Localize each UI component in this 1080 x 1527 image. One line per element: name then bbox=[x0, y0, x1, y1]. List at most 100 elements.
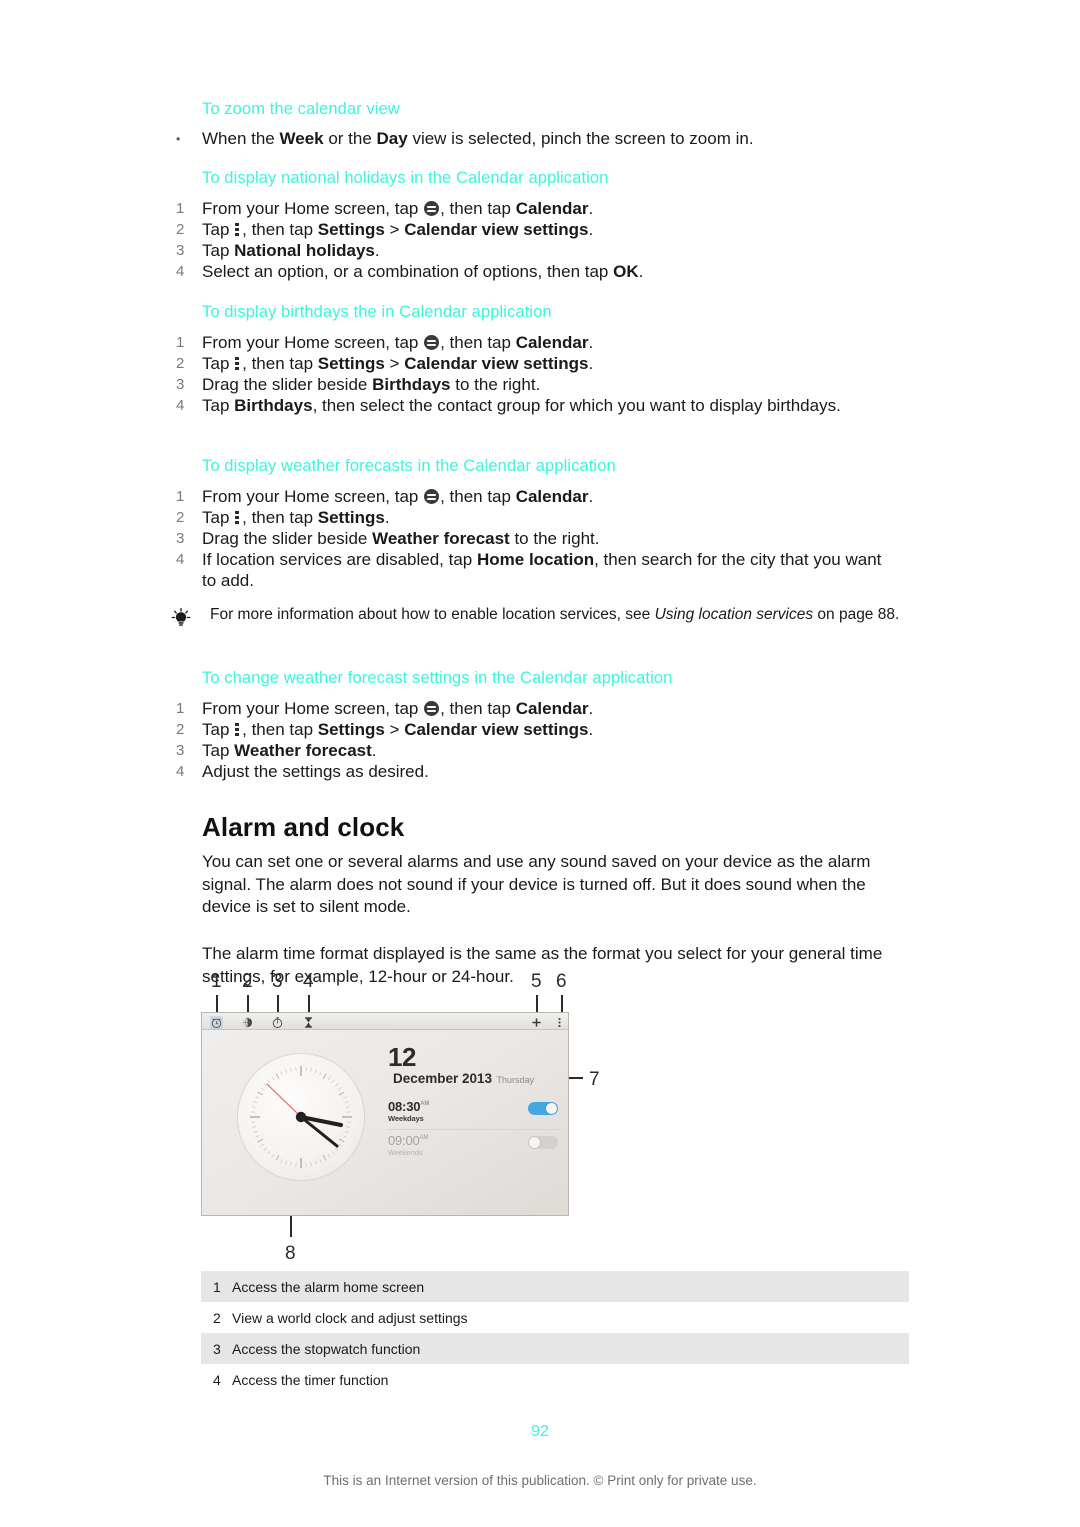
callout-5: 5 bbox=[531, 971, 542, 992]
step-text: Tap , then tap Settings. bbox=[202, 508, 390, 527]
legend-description: Access the timer function bbox=[232, 1371, 389, 1388]
overflow-menu-icon bbox=[235, 223, 240, 237]
alarm-toggle-off[interactable] bbox=[528, 1136, 558, 1149]
step-item: 1 From your Home screen, tap , then tap … bbox=[176, 486, 892, 507]
alarm-repeat: Weekdays bbox=[388, 1114, 424, 1123]
step-number: 2 bbox=[176, 509, 185, 526]
alarm-screen-figure: 1 2 3 4 5 6 7 8 12 December 2013 Thursda… bbox=[201, 971, 841, 1271]
step-text: When the Week or the Day view is selecte… bbox=[202, 129, 754, 148]
step-item: 4 Select an option, or a combination of … bbox=[176, 261, 892, 282]
legend-description: Access the stopwatch function bbox=[232, 1340, 421, 1357]
step-text: From your Home screen, tap , then tap Ca… bbox=[202, 199, 594, 218]
step-number: 1 bbox=[176, 700, 185, 717]
step-item: 2 Tap , then tap Settings. bbox=[176, 507, 892, 528]
step-number: 4 bbox=[176, 763, 185, 780]
alarm-time-suffix: AM bbox=[419, 1135, 429, 1141]
callout-3: 3 bbox=[272, 971, 283, 992]
step-item: 1 From your Home screen, tap , then tap … bbox=[176, 198, 892, 219]
step-item: 4 If location services are disabled, tap… bbox=[176, 549, 892, 591]
step-number: 1 bbox=[176, 334, 185, 351]
step-item: 4 Adjust the settings as desired. bbox=[176, 761, 892, 782]
table-row: 4 Access the timer function bbox=[201, 1364, 909, 1395]
date-day: 12 bbox=[388, 1042, 416, 1072]
step-item: 2 Tap , then tap Settings > Calendar vie… bbox=[176, 219, 892, 240]
step-item: • When the Week or the Day view is selec… bbox=[176, 128, 892, 149]
page-number: 92 bbox=[531, 1423, 549, 1440]
table-row: 3 Access the stopwatch function bbox=[201, 1333, 909, 1364]
alarm-row[interactable]: 08:30AM Weekdays bbox=[388, 1096, 560, 1129]
callout-2: 2 bbox=[242, 971, 253, 992]
step-number: 2 bbox=[176, 721, 185, 738]
step-number: 1 bbox=[176, 488, 185, 505]
app-drawer-icon bbox=[424, 489, 440, 504]
bullet-marker: • bbox=[176, 132, 181, 146]
legend-number: 4 bbox=[213, 1371, 221, 1388]
app-drawer-icon bbox=[424, 335, 440, 350]
timer-hourglass-icon[interactable] bbox=[302, 1016, 315, 1029]
callout-6: 6 bbox=[556, 971, 567, 992]
step-text: Tap Birthdays, then select the contact g… bbox=[202, 396, 841, 415]
section-heading-zoom-calendar: To zoom the calendar view bbox=[202, 100, 400, 118]
date-header: 12 December 2013 Thursday bbox=[388, 1044, 560, 1088]
alarm-clock-icon[interactable] bbox=[210, 1015, 223, 1029]
date-month-year: December 2013 bbox=[393, 1071, 493, 1086]
step-number: 3 bbox=[176, 376, 185, 393]
step-number: 1 bbox=[176, 200, 185, 217]
step-item: 4 Tap Birthdays, then select the contact… bbox=[176, 395, 892, 416]
step-text: Tap Weather forecast. bbox=[202, 741, 377, 760]
section-heading-weather-forecasts: To display weather forecasts in the Cale… bbox=[202, 457, 616, 475]
step-number: 4 bbox=[176, 397, 185, 414]
table-row: 1 Access the alarm home screen bbox=[201, 1271, 909, 1302]
alarm-toggle-on[interactable] bbox=[528, 1102, 558, 1115]
step-text: From your Home screen, tap , then tap Ca… bbox=[202, 333, 594, 352]
step-text: From your Home screen, tap , then tap Ca… bbox=[202, 699, 594, 718]
step-text: Drag the slider beside Birthdays to the … bbox=[202, 375, 541, 394]
app-drawer-icon bbox=[424, 201, 440, 216]
step-item: 2 Tap , then tap Settings > Calendar vie… bbox=[176, 719, 892, 740]
figure-legend-table: 1 Access the alarm home screen 2 View a … bbox=[201, 1271, 909, 1395]
step-item: 2 Tap , then tap Settings > Calendar vie… bbox=[176, 353, 892, 374]
step-number: 4 bbox=[176, 551, 185, 568]
alarm-repeat: Weekends bbox=[388, 1148, 423, 1157]
step-text: Tap , then tap Settings > Calendar view … bbox=[202, 220, 594, 239]
step-text: Tap National holidays. bbox=[202, 241, 380, 260]
analog-clock-icon bbox=[238, 1054, 364, 1180]
tip-note: For more information about how to enable… bbox=[170, 605, 910, 626]
step-text: Tap , then tap Settings > Calendar view … bbox=[202, 720, 594, 739]
stopwatch-icon[interactable] bbox=[271, 1016, 284, 1029]
overflow-menu-icon[interactable] bbox=[553, 1016, 566, 1029]
alarm-paragraph-1: You can set one or several alarms and us… bbox=[202, 852, 871, 916]
step-number: 3 bbox=[176, 530, 185, 547]
app-toolbar bbox=[202, 1013, 568, 1030]
world-clock-globe-icon[interactable] bbox=[241, 1016, 254, 1029]
add-plus-icon[interactable] bbox=[530, 1016, 543, 1029]
alarm-home-screen: 12 December 2013 Thursday 08:30AM Weekda… bbox=[202, 1030, 568, 1215]
step-text: Drag the slider beside Weather forecast … bbox=[202, 529, 600, 548]
date-weekday: Thursday bbox=[496, 1075, 535, 1085]
document-page: To zoom the calendar view • When the Wee… bbox=[0, 0, 1080, 1527]
page-title-alarm-and-clock: Alarm and clock bbox=[202, 812, 405, 842]
step-text: From your Home screen, tap , then tap Ca… bbox=[202, 487, 594, 506]
step-number: 2 bbox=[176, 355, 185, 372]
legend-description: View a world clock and adjust settings bbox=[232, 1309, 468, 1326]
step-number: 4 bbox=[176, 263, 185, 280]
step-text: Select an option, or a combination of op… bbox=[202, 262, 644, 281]
step-number: 2 bbox=[176, 221, 185, 238]
callout-8: 8 bbox=[285, 1243, 296, 1264]
step-item: 1 From your Home screen, tap , then tap … bbox=[176, 698, 892, 719]
app-drawer-icon bbox=[424, 701, 440, 716]
device-screenshot: 12 December 2013 Thursday 08:30AM Weekda… bbox=[201, 1012, 569, 1216]
callout-1: 1 bbox=[211, 971, 222, 992]
step-text: If location services are disabled, tap H… bbox=[202, 550, 882, 590]
section-heading-change-weather-settings: To change weather forecast settings in t… bbox=[202, 669, 673, 687]
legend-number: 2 bbox=[213, 1309, 221, 1326]
overflow-menu-icon bbox=[235, 511, 240, 525]
alarm-list-panel: 12 December 2013 Thursday 08:30AM Weekda… bbox=[388, 1044, 560, 1163]
legend-number: 1 bbox=[213, 1278, 221, 1295]
table-row: 2 View a world clock and adjust settings bbox=[201, 1302, 909, 1333]
overflow-menu-icon bbox=[235, 357, 240, 371]
section-heading-birthdays: To display birthdays the in Calendar app… bbox=[202, 303, 552, 321]
legend-description: Access the alarm home screen bbox=[232, 1278, 425, 1295]
alarm-row[interactable]: 09:00AM Weekends bbox=[388, 1129, 560, 1163]
callout-4: 4 bbox=[303, 971, 314, 992]
